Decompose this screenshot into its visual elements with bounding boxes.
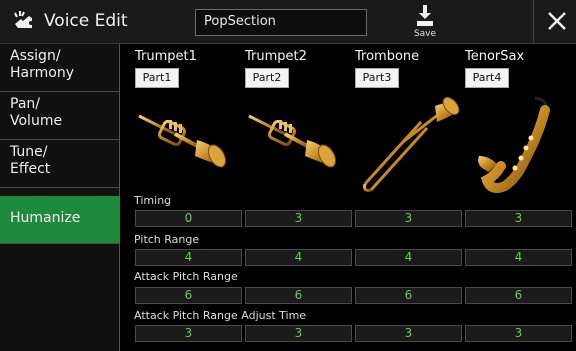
save-label: Save bbox=[413, 29, 437, 39]
sidebar-item-pan-volume[interactable]: Pan/ Volume bbox=[0, 92, 120, 140]
sidebar-item-assign-harmony[interactable]: Assign/ Harmony bbox=[0, 44, 120, 92]
voice-name-field[interactable]: PopSection bbox=[195, 9, 367, 36]
trumpet-icon bbox=[138, 114, 227, 168]
attack-pitch-range-value-part2[interactable]: 6 bbox=[245, 287, 352, 304]
download-icon bbox=[417, 5, 433, 26]
attack-pitch-range-value-part3[interactable]: 6 bbox=[355, 287, 462, 304]
sidebar-item-label: Assign/ Harmony bbox=[10, 48, 74, 81]
part-button[interactable]: Part2 bbox=[245, 68, 289, 88]
attack-pitch-range-value-part1[interactable]: 6 bbox=[135, 287, 242, 304]
timing-value-part1[interactable]: 0 bbox=[135, 210, 242, 227]
pitch-range-label: Pitch Range bbox=[134, 233, 200, 246]
part-button[interactable]: Part1 bbox=[135, 68, 179, 88]
timing-value-part2[interactable]: 3 bbox=[245, 210, 352, 227]
header-divider bbox=[533, 0, 534, 44]
page-title: Voice Edit bbox=[44, 11, 128, 31]
trombone-icon bbox=[363, 96, 460, 192]
part-name: Trumpet1 bbox=[135, 49, 197, 64]
header-bar: Voice Edit PopSection Save bbox=[0, 0, 576, 44]
adjust-time-value-part3[interactable]: 3 bbox=[355, 325, 462, 342]
part-column-3: Trombone Part3 bbox=[351, 44, 461, 194]
part-column-4: TenorSax Part4 bbox=[461, 44, 571, 194]
adjust-time-value-part2[interactable]: 3 bbox=[245, 325, 352, 342]
part-button[interactable]: Part4 bbox=[465, 68, 509, 88]
sidebar-item-label: Humanize bbox=[10, 210, 81, 226]
sidebar-item-label: Tune/ Effect bbox=[10, 144, 51, 177]
main-panel: Trumpet1 Part1 Trumpet2 Part2 Trombone P… bbox=[121, 44, 576, 351]
sidebar-item-label: Pan/ Volume bbox=[10, 96, 63, 129]
pitch-range-value-part1[interactable]: 4 bbox=[135, 249, 242, 266]
trumpet-icon bbox=[248, 114, 337, 168]
timing-label: Timing bbox=[134, 194, 172, 207]
attack-pitch-range-value-part4[interactable]: 6 bbox=[465, 287, 572, 304]
adjust-time-value-part4[interactable]: 3 bbox=[465, 325, 572, 342]
sidebar-item-tune-effect[interactable]: Tune/ Effect bbox=[0, 140, 120, 188]
pitch-range-value-part3[interactable]: 4 bbox=[355, 249, 462, 266]
sidebar-item-humanize[interactable]: Humanize bbox=[0, 196, 120, 244]
pitch-range-value-part4[interactable]: 4 bbox=[465, 249, 572, 266]
part-button[interactable]: Part3 bbox=[355, 68, 399, 88]
attack-pitch-range-adjust-time-label: Attack Pitch Range Adjust Time bbox=[134, 309, 307, 322]
save-button[interactable]: Save bbox=[410, 3, 440, 41]
sidebar: Assign/ Harmony Pan/ Volume Tune/ Effect… bbox=[0, 44, 120, 351]
voice-name-text: PopSection bbox=[204, 14, 276, 29]
part-name: Trombone bbox=[355, 49, 420, 64]
attack-pitch-range-label: Attack Pitch Range bbox=[134, 270, 238, 283]
voice-edit-icon bbox=[14, 11, 33, 28]
adjust-time-value-part1[interactable]: 3 bbox=[135, 325, 242, 342]
part-name: TenorSax bbox=[465, 49, 525, 64]
timing-value-part4[interactable]: 3 bbox=[465, 210, 572, 227]
saxophone-icon bbox=[478, 96, 550, 193]
timing-value-part3[interactable]: 3 bbox=[355, 210, 462, 227]
close-icon[interactable] bbox=[546, 10, 568, 32]
part-column-2: Trumpet2 Part2 bbox=[241, 44, 351, 194]
part-name: Trumpet2 bbox=[245, 49, 307, 64]
part-column-1: Trumpet1 Part1 bbox=[131, 44, 241, 194]
pitch-range-value-part2[interactable]: 4 bbox=[245, 249, 352, 266]
